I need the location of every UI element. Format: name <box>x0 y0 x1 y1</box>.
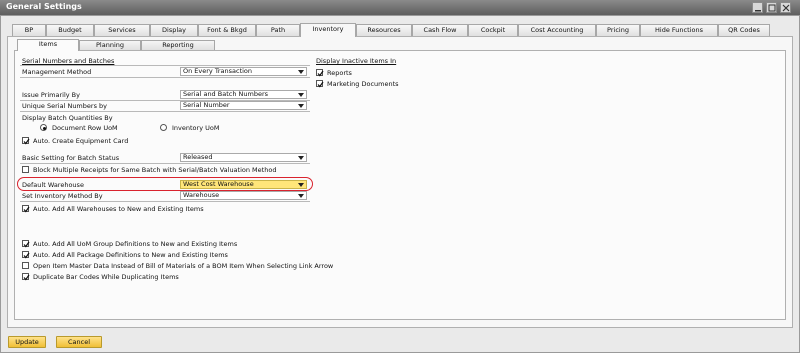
issue-primarily-label: Issue Primarily By <box>22 91 80 99</box>
title-bar: General Settings <box>0 0 800 15</box>
auto-add-package-defs-checkbox[interactable] <box>22 251 30 259</box>
tab-path[interactable]: Path <box>256 24 300 36</box>
auto-add-warehouses-checkbox[interactable] <box>22 205 30 213</box>
window-title: General Settings <box>6 2 82 11</box>
tab-inventory[interactable]: Inventory <box>300 23 356 37</box>
issue-primarily-value: Serial and Batch Numbers <box>183 90 269 98</box>
subtab-items[interactable]: Items <box>17 39 79 51</box>
subtab-reporting[interactable]: Reporting <box>141 40 215 50</box>
marketing-documents-label: Marketing Documents <box>327 80 399 88</box>
management-method-dropdown[interactable]: On Every Transaction <box>180 67 307 76</box>
tab-display[interactable]: Display <box>150 24 198 36</box>
tab-qr-codes[interactable]: QR Codes <box>718 24 770 36</box>
basic-batch-status-value: Released <box>183 153 213 161</box>
update-button[interactable]: Update <box>8 336 46 348</box>
display-batch-label: Display Batch Quantities By <box>22 114 113 122</box>
auto-add-uom-groups-checkbox[interactable] <box>22 240 30 248</box>
close-button[interactable] <box>780 2 791 13</box>
checkmark-icon <box>23 241 30 248</box>
divider <box>20 77 310 78</box>
tab-hide-functions[interactable]: Hide Functions <box>640 24 718 36</box>
tab-cost-accounting[interactable]: Cost Accounting <box>518 24 596 36</box>
inventory-uom-label: Inventory UoM <box>172 124 220 132</box>
serial-batches-heading: Serial Numbers and Batches <box>22 57 115 65</box>
document-row-uom-radio[interactable] <box>40 124 47 131</box>
auto-add-package-defs-label: Auto. Add All Package Definitions to New… <box>33 251 228 259</box>
issue-primarily-dropdown[interactable]: Serial and Batch Numbers <box>180 90 307 99</box>
checkmark-icon <box>317 81 324 88</box>
divider <box>20 163 310 164</box>
default-warehouse-highlight <box>17 177 313 191</box>
checkmark-icon <box>317 70 324 77</box>
inventory-uom-radio[interactable] <box>160 124 167 131</box>
unique-serial-dropdown[interactable]: Serial Number <box>180 101 307 110</box>
chevron-down-icon <box>298 70 304 74</box>
inventory-method-label: Set Inventory Method By <box>22 192 103 200</box>
divider <box>20 201 310 202</box>
tab-cockpit[interactable]: Cockpit <box>468 24 518 36</box>
maximize-icon <box>768 4 776 12</box>
checkmark-icon <box>23 206 30 213</box>
chevron-down-icon <box>298 156 304 160</box>
close-icon <box>782 4 790 12</box>
block-multiple-receipts-label: Block Multiple Receipts for Same Batch w… <box>33 166 277 174</box>
tab-cash-flow[interactable]: Cash Flow <box>412 24 468 36</box>
auto-add-uom-groups-label: Auto. Add All UoM Group Definitions to N… <box>33 240 238 248</box>
display-inactive-heading: Display Inactive Items In <box>316 57 397 65</box>
basic-batch-status-label: Basic Setting for Batch Status <box>22 154 120 162</box>
document-row-uom-label: Document Row UoM <box>52 124 118 132</box>
management-method-label: Management Method <box>22 68 92 76</box>
tab-bp[interactable]: BP <box>12 24 46 36</box>
checkmark-icon <box>23 252 30 259</box>
tab-services[interactable]: Services <box>94 24 150 36</box>
duplicate-barcodes-label: Duplicate Bar Codes While Duplicating It… <box>33 273 179 281</box>
divider <box>20 111 310 112</box>
chevron-down-icon <box>298 93 304 97</box>
unique-serial-label: Unique Serial Numbers by <box>22 102 107 110</box>
minimize-button[interactable] <box>752 2 763 13</box>
tab-resources[interactable]: Resources <box>356 24 412 36</box>
duplicate-barcodes-checkbox[interactable] <box>22 273 30 281</box>
tab-font-bkgd[interactable]: Font & Bkgd <box>198 24 256 36</box>
tab-budget[interactable]: Budget <box>46 24 94 36</box>
reports-checkbox[interactable] <box>316 69 324 77</box>
inventory-method-value: Warehouse <box>183 191 220 199</box>
minimize-icon <box>755 10 761 12</box>
marketing-documents-checkbox[interactable] <box>316 80 324 88</box>
divider <box>20 65 310 66</box>
checkmark-icon <box>23 274 30 281</box>
auto-create-equipment-label: Auto. Create Equipment Card <box>33 137 129 145</box>
chevron-down-icon <box>298 104 304 108</box>
unique-serial-value: Serial Number <box>183 101 230 109</box>
reports-label: Reports <box>327 69 352 77</box>
block-multiple-receipts-checkbox[interactable] <box>22 166 29 173</box>
subtab-planning[interactable]: Planning <box>79 40 141 50</box>
tab-pricing[interactable]: Pricing <box>596 24 640 36</box>
auto-add-warehouses-label: Auto. Add All Warehouses to New and Exis… <box>33 205 204 213</box>
maximize-button[interactable] <box>766 2 777 13</box>
auto-create-equipment-checkbox[interactable] <box>22 137 30 145</box>
chevron-down-icon <box>298 194 304 198</box>
management-method-value: On Every Transaction <box>183 67 253 75</box>
basic-batch-status-dropdown[interactable]: Released <box>180 153 307 162</box>
radio-selected-dot <box>42 126 46 130</box>
checkmark-icon <box>23 138 30 145</box>
cancel-button[interactable]: Cancel <box>56 336 102 348</box>
inventory-method-dropdown[interactable]: Warehouse <box>180 191 307 200</box>
open-item-master-checkbox[interactable] <box>22 262 29 269</box>
open-item-master-label: Open Item Master Data Instead of Bill of… <box>33 262 334 270</box>
